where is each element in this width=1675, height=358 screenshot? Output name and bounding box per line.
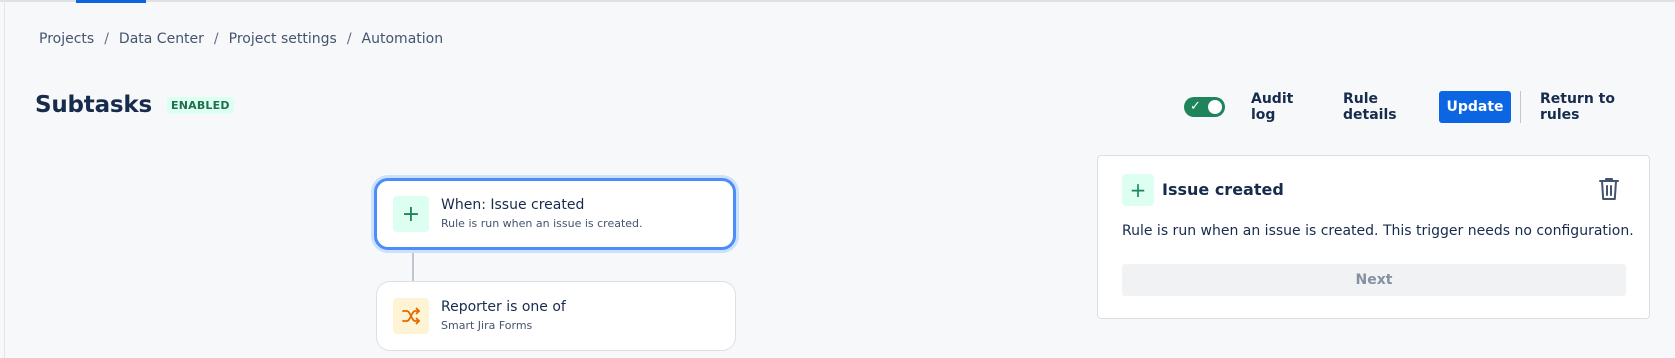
next-button[interactable]: Next — [1122, 264, 1626, 296]
rule-details-button[interactable]: Rule details — [1333, 91, 1429, 123]
trash-icon[interactable] — [1597, 176, 1621, 202]
condition-node[interactable]: Reporter is one of Smart Jira Forms — [376, 281, 736, 351]
shuffle-icon — [393, 298, 429, 334]
flow-connector — [412, 250, 414, 282]
panel-description: Rule is run when an issue is created. Th… — [1122, 223, 1634, 239]
plus-icon: + — [1122, 174, 1154, 206]
condition-subtitle: Smart Jira Forms — [441, 319, 533, 332]
condition-title: Reporter is one of — [441, 299, 566, 315]
trigger-title: When: Issue created — [441, 197, 585, 213]
trigger-config-panel: + Issue created Rule is run when an issu… — [1097, 155, 1650, 319]
breadcrumb-separator: / — [346, 31, 352, 47]
return-to-rules-button[interactable]: Return to rules — [1530, 91, 1650, 123]
breadcrumb-project-settings[interactable]: Project settings — [229, 31, 337, 47]
header-divider — [1520, 91, 1521, 123]
status-badge: ENABLED — [167, 96, 234, 114]
breadcrumb-data-center[interactable]: Data Center — [119, 31, 204, 47]
check-icon: ✓ — [1190, 99, 1201, 114]
trigger-subtitle: Rule is run when an issue is created. — [441, 217, 643, 230]
update-button[interactable]: Update — [1439, 91, 1511, 123]
plus-icon: + — [393, 196, 429, 232]
audit-log-button[interactable]: Audit log — [1241, 91, 1321, 123]
breadcrumb: Projects / Data Center / Project setting… — [39, 31, 443, 47]
left-divider — [4, 0, 5, 358]
active-tab-indicator — [76, 0, 146, 3]
toggle-knob — [1208, 100, 1222, 114]
top-border — [0, 0, 1675, 2]
breadcrumb-projects[interactable]: Projects — [39, 31, 94, 47]
breadcrumb-separator: / — [213, 31, 219, 47]
trigger-node[interactable]: + When: Issue created Rule is run when a… — [374, 178, 736, 250]
page-title: Subtasks — [35, 92, 152, 118]
rule-enabled-toggle[interactable]: ✓ — [1184, 97, 1225, 117]
breadcrumb-separator: / — [104, 31, 109, 47]
panel-title: Issue created — [1162, 180, 1284, 199]
breadcrumb-automation[interactable]: Automation — [362, 31, 444, 47]
title-row: Subtasks ENABLED — [35, 92, 234, 118]
